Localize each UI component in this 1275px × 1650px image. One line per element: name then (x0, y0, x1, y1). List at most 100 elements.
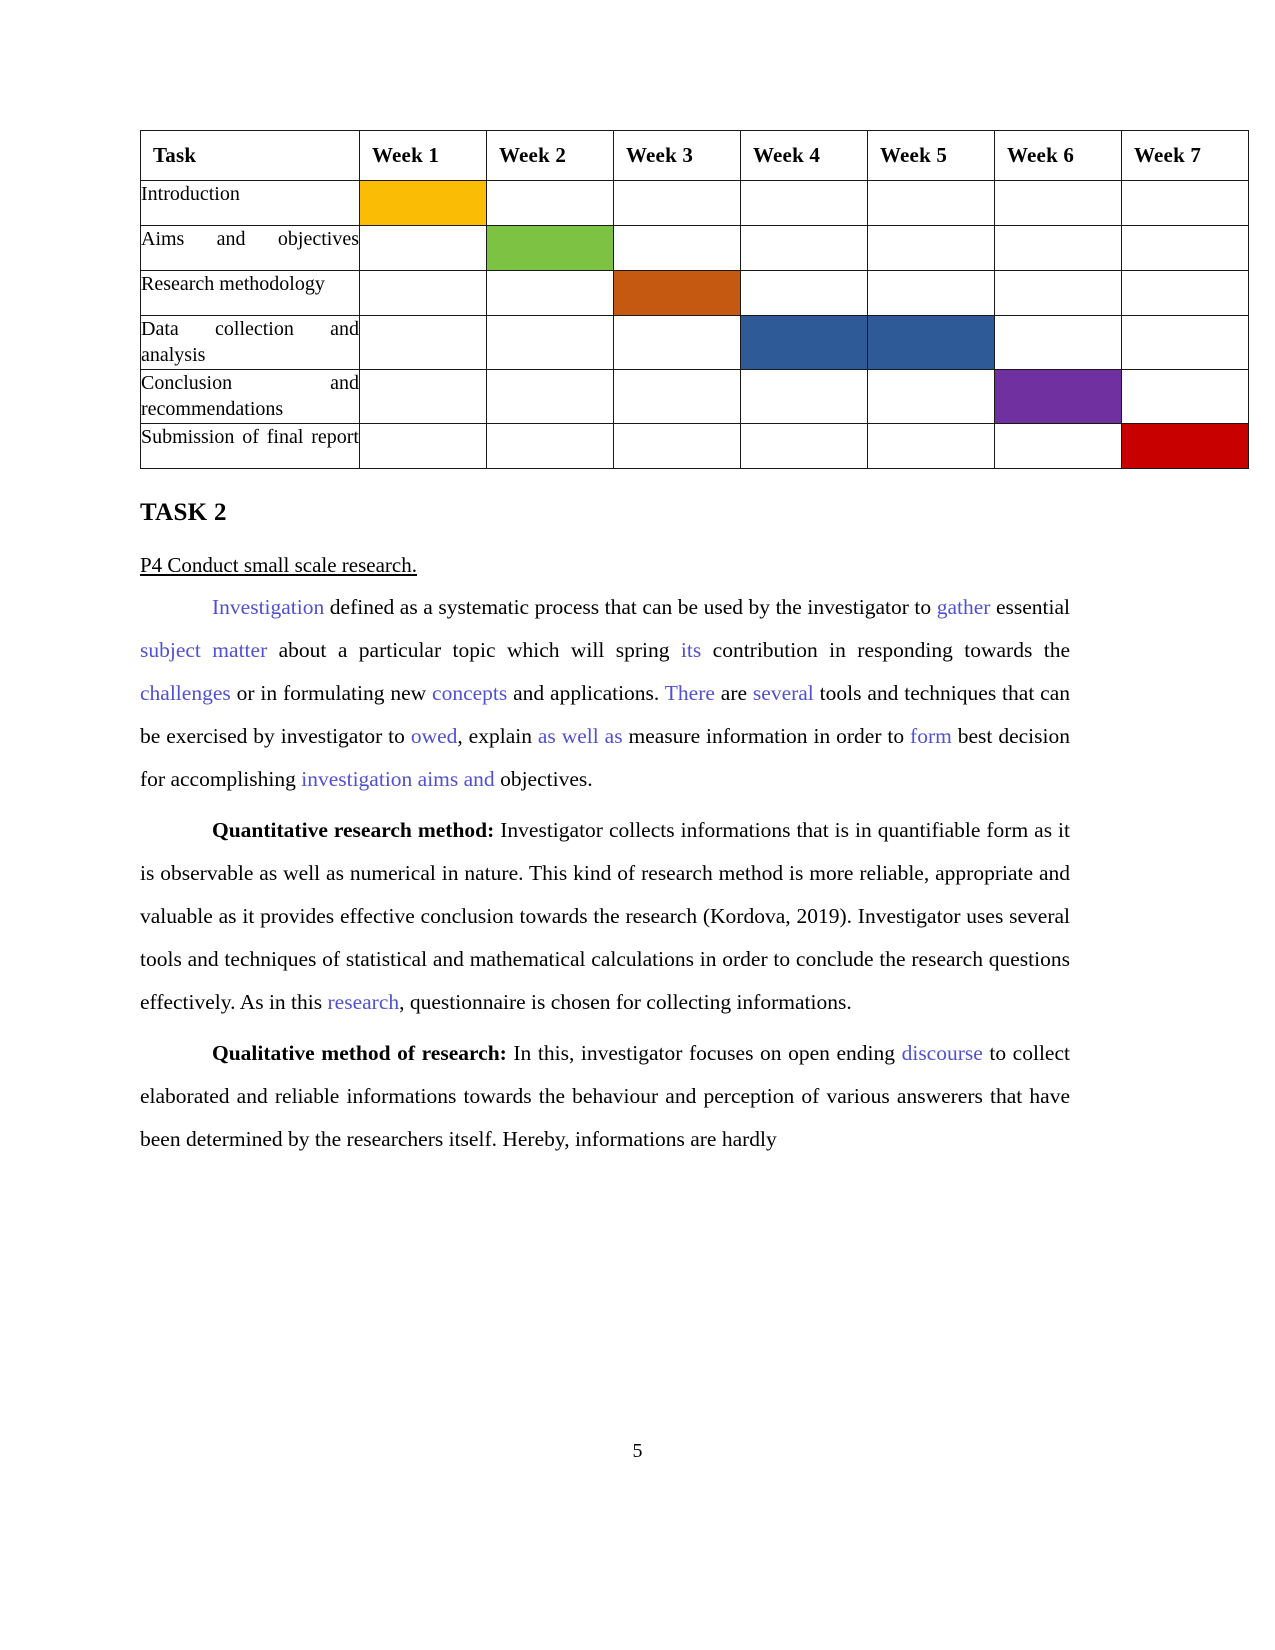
table-row: Submission of final report (140, 422, 1249, 469)
task-label: Submission of final report (140, 422, 360, 469)
text-run: or in formulating new (230, 680, 433, 705)
gantt-bar-methodology-week-3 (613, 270, 741, 316)
gantt-empty-cell (486, 422, 614, 469)
gantt-empty-cell (359, 270, 487, 316)
gantt-bar-submission-week-7 (1121, 422, 1249, 469)
gantt-table-body: Introduction Aims and objectives Researc… (140, 180, 1249, 469)
gantt-empty-cell (359, 315, 487, 370)
highlighted-term: several (752, 680, 814, 705)
text-run: defined as a systematic process that can… (324, 594, 937, 619)
highlighted-term: research (327, 989, 400, 1014)
text-run: , questionnaire is chosen for collecting… (399, 989, 852, 1014)
table-header-row: Task Week 1 Week 2 Week 3 Week 4 Week 5 … (140, 130, 1249, 181)
gantt-empty-cell (486, 315, 614, 370)
gantt-empty-cell (740, 270, 868, 316)
highlighted-term: challenges (140, 680, 231, 705)
gantt-empty-cell (867, 270, 995, 316)
task-label: Introduction (140, 180, 360, 226)
column-header-week-2: Week 2 (486, 130, 614, 181)
task-label: Data collection and analysis (140, 315, 360, 370)
text-run: objectives. (494, 766, 593, 791)
task-label: Aims and objectives (140, 225, 360, 271)
gantt-empty-cell (359, 422, 487, 469)
task-label: Conclusion and recommendations (140, 368, 360, 424)
text-run: essential (990, 594, 1070, 619)
gantt-empty-cell (613, 180, 741, 226)
column-header-week-7: Week 7 (1121, 130, 1249, 181)
table-row: Introduction (140, 180, 1249, 226)
gantt-empty-cell (994, 315, 1122, 370)
page-content: Task Week 1 Week 2 Week 3 Week 4 Week 5 … (140, 130, 1249, 1161)
gantt-bar-data-collection-week-4 (740, 315, 868, 370)
gantt-empty-cell (359, 368, 487, 424)
gantt-empty-cell (994, 180, 1122, 226)
highlighted-term: Investigation (212, 594, 325, 619)
table-row: Aims and objectives (140, 225, 1249, 271)
gantt-empty-cell (740, 180, 868, 226)
column-header-week-3: Week 3 (613, 130, 741, 181)
page-number: 5 (632, 1440, 643, 1462)
gantt-empty-cell (613, 315, 741, 370)
text-run: about a particular topic which will spri… (267, 637, 681, 662)
gantt-chart-table: Task Week 1 Week 2 Week 3 Week 4 Week 5 … (140, 130, 1249, 469)
run-in-heading: Qualitative method of research: (212, 1040, 507, 1065)
gantt-empty-cell (1121, 315, 1249, 370)
text-run: , explain (457, 723, 538, 748)
highlighted-term: subject matter (140, 637, 268, 662)
gantt-empty-cell (486, 180, 614, 226)
gantt-empty-cell (740, 368, 868, 424)
highlighted-term: discourse (901, 1040, 983, 1065)
gantt-empty-cell (1121, 225, 1249, 271)
paragraph-qualitative-method: Qualitative method of research: In this,… (140, 1032, 1070, 1161)
gantt-empty-cell (994, 422, 1122, 469)
table-row: Data collection and analysis (140, 315, 1249, 370)
gantt-empty-cell (1121, 270, 1249, 316)
gantt-empty-cell (1121, 368, 1249, 424)
highlighted-term: its (680, 637, 702, 662)
highlighted-term: concepts (432, 680, 508, 705)
highlighted-term: There (664, 680, 715, 705)
table-row: Conclusion and recommendations (140, 368, 1249, 424)
text-run: In this, investigator focuses on open en… (506, 1040, 902, 1065)
gantt-empty-cell (867, 225, 995, 271)
gantt-bar-conclusion-week-6 (994, 368, 1122, 424)
highlighted-term: as well as (537, 723, 623, 748)
gantt-empty-cell (486, 368, 614, 424)
section-subheading: P4 Conduct small scale research. (140, 552, 417, 577)
document-page: Task Week 1 Week 2 Week 3 Week 4 Week 5 … (0, 0, 1275, 1650)
paragraph-quantitative-method: Quantitative research method: Investigat… (140, 809, 1070, 1024)
highlighted-term: owed (410, 723, 458, 748)
paragraph-investigation: Investigation defined as a systematic pr… (140, 586, 1070, 801)
highlighted-term: gather (936, 594, 991, 619)
page-title: TASK 2 (140, 498, 227, 526)
column-header-task: Task (140, 130, 360, 181)
gantt-empty-cell (740, 225, 868, 271)
gantt-bar-aims-week-2 (486, 225, 614, 271)
gantt-table-header: Task Week 1 Week 2 Week 3 Week 4 Week 5 … (140, 130, 1249, 181)
gantt-empty-cell (867, 180, 995, 226)
text-run: contribution in responding towards the (701, 637, 1070, 662)
highlighted-term: form (910, 723, 952, 748)
gantt-empty-cell (613, 368, 741, 424)
text-run: and applications. (507, 680, 665, 705)
gantt-empty-cell (867, 368, 995, 424)
column-header-week-1: Week 1 (359, 130, 487, 181)
gantt-empty-cell (613, 225, 741, 271)
gantt-empty-cell (740, 422, 868, 469)
column-header-week-6: Week 6 (994, 130, 1122, 181)
table-row: Research methodology (140, 270, 1249, 316)
gantt-empty-cell (613, 422, 741, 469)
gantt-bar-data-collection-week-5 (867, 315, 995, 370)
gantt-empty-cell (1121, 180, 1249, 226)
gantt-bar-introduction-week-1 (359, 180, 487, 226)
column-header-week-4: Week 4 (740, 130, 868, 181)
gantt-empty-cell (867, 422, 995, 469)
gantt-empty-cell (994, 270, 1122, 316)
highlighted-term: investigation aims and (301, 766, 495, 791)
column-header-week-5: Week 5 (867, 130, 995, 181)
gantt-empty-cell (359, 225, 487, 271)
run-in-heading: Quantitative research method: (212, 817, 495, 842)
task-label: Research methodology (140, 270, 360, 316)
gantt-empty-cell (994, 225, 1122, 271)
text-run: Investigator collects informations that … (140, 817, 1070, 1014)
